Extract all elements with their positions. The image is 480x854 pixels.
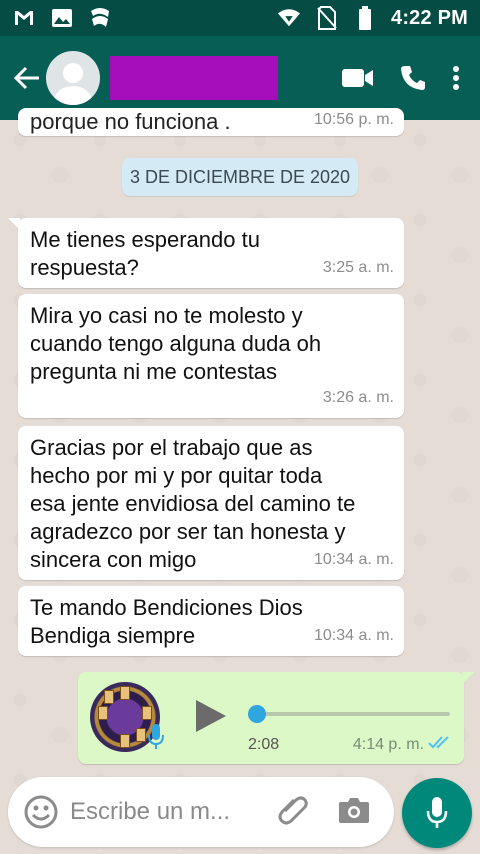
message-list[interactable]: porque no funciona . 10:56 p. m. 3 DE DI… (0, 108, 480, 854)
message-bubble[interactable]: Me tienes esperando tu respuesta? 3:25 a… (8, 218, 404, 288)
message-time: 3:26 a. m. (322, 389, 394, 406)
voice-note-bubble[interactable]: 2:08 4:14 p. m. (78, 672, 474, 764)
microphone-icon (426, 797, 448, 828)
avatar[interactable] (46, 51, 100, 105)
message-composer (8, 777, 394, 847)
paperclip-icon (278, 796, 308, 824)
camera-button[interactable] (338, 796, 370, 829)
voice-note-seek-handle[interactable] (248, 705, 266, 723)
wifi-icon (277, 6, 301, 30)
bubble-tail (462, 672, 474, 684)
play-button[interactable] (194, 698, 228, 739)
emoji-button[interactable] (24, 795, 58, 829)
status-bar: 4:22 PM (0, 0, 480, 36)
voice-call-button[interactable] (400, 65, 426, 91)
date-separator: 3 DE DICIEMBRE DE 2020 (122, 158, 358, 196)
read-ticks-icon (428, 734, 454, 755)
gmail-icon (12, 6, 36, 30)
camera-icon (339, 797, 369, 823)
voice-note-progress-track[interactable] (254, 712, 450, 716)
message-bubble[interactable]: Mira yo casi no te molesto y cuando teng… (18, 294, 404, 418)
app-notification-icon (88, 6, 112, 30)
message-text: Mira yo casi no te molesto y cuando teng… (30, 303, 322, 384)
bubble-tail (8, 218, 20, 230)
more-vert-icon (453, 66, 459, 90)
play-icon (196, 700, 226, 732)
status-time: 4:22 PM (391, 6, 468, 29)
message-time: 10:56 p. m. (313, 111, 394, 128)
message-time: 10:34 a. m. (313, 551, 394, 568)
arrow-left-icon (13, 66, 39, 90)
message-time: 4:14 p. m. (352, 736, 424, 753)
video-call-button[interactable] (342, 67, 374, 89)
gallery-icon (50, 6, 74, 30)
no-sim-icon (315, 6, 339, 30)
message-time: 3:25 a. m. (322, 259, 394, 276)
microphone-icon (148, 724, 164, 755)
more-options-button[interactable] (452, 65, 460, 91)
attach-button[interactable] (276, 793, 310, 832)
battery-icon (353, 6, 377, 30)
emoji-icon (24, 795, 58, 829)
message-bubble-partial[interactable]: porque no funciona . 10:56 p. m. (18, 108, 404, 136)
back-button[interactable] (8, 58, 46, 98)
message-input[interactable] (70, 798, 266, 826)
video-call-icon (342, 69, 373, 87)
contact-name-redacted[interactable] (110, 56, 278, 100)
record-voice-button[interactable] (402, 778, 472, 848)
message-bubble[interactable]: Gracias por el trabajo que as hecho por … (18, 426, 404, 580)
phone-call-icon (401, 66, 425, 90)
message-bubble[interactable]: Te mando Bendiciones Dios Bendiga siempr… (18, 586, 404, 656)
message-time: 10:34 a. m. (313, 627, 394, 644)
voice-note-duration: 2:08 (248, 736, 280, 753)
